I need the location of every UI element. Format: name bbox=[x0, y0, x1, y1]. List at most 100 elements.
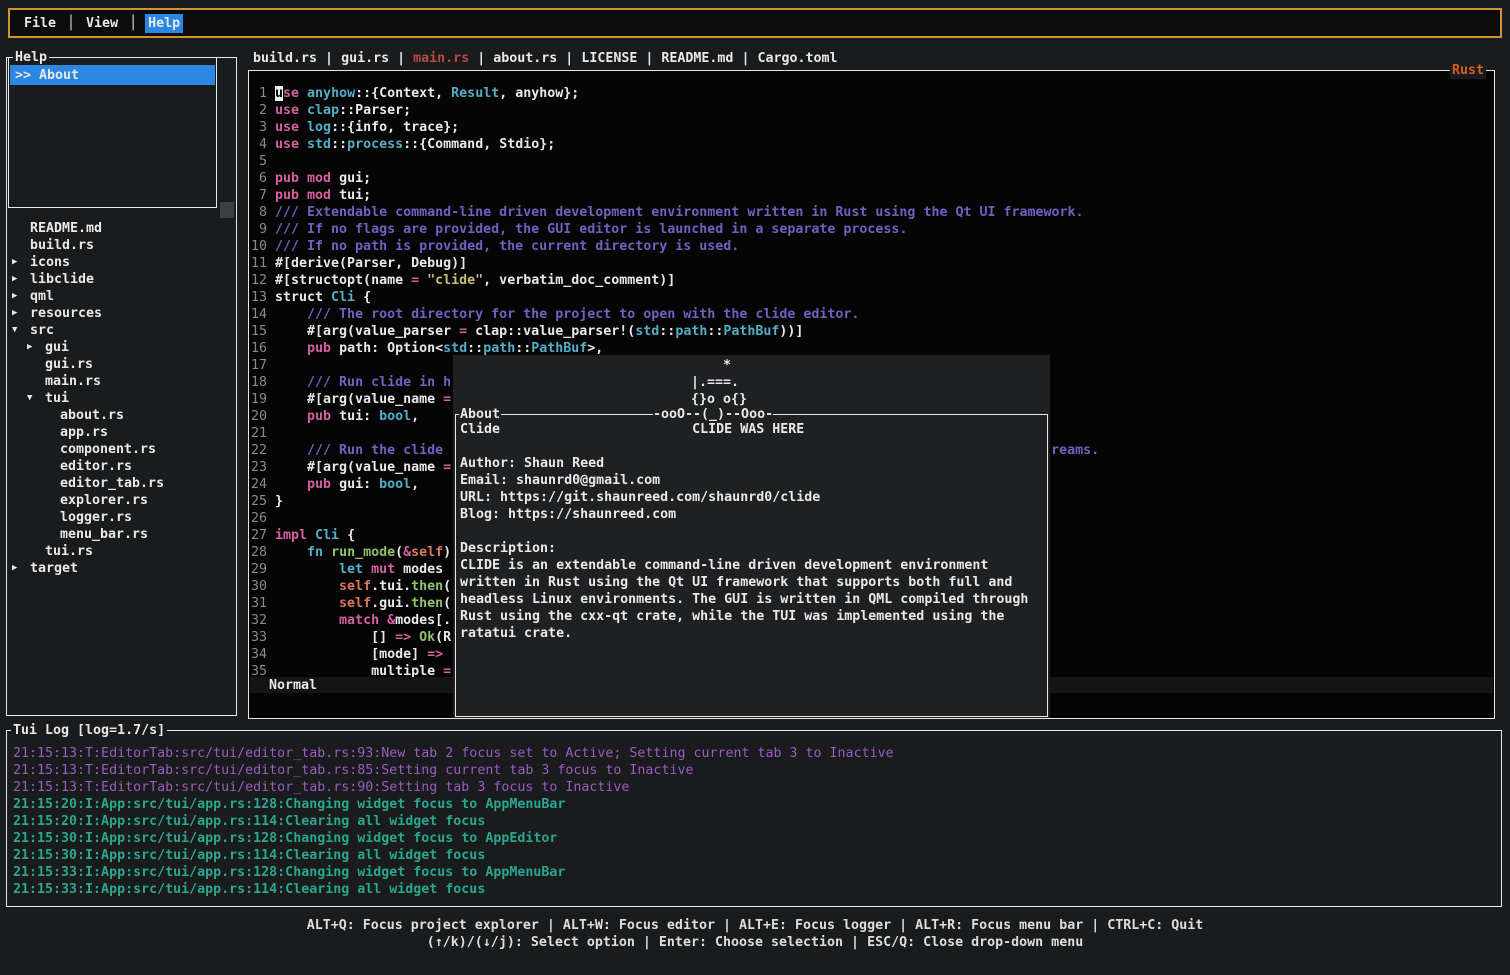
code-token bbox=[275, 375, 307, 390]
line-number: 12 bbox=[249, 272, 267, 289]
editor-tab-about-rs[interactable]: about.rs bbox=[493, 51, 557, 66]
code-token: bool bbox=[379, 409, 411, 424]
editor-tab-build-rs[interactable]: build.rs bbox=[253, 51, 317, 66]
explorer-item-about-rs[interactable]: about.rs bbox=[8, 407, 234, 424]
code-token bbox=[299, 188, 307, 203]
explorer-item-target[interactable]: ▶target bbox=[8, 560, 234, 577]
code-token: .gui. bbox=[371, 596, 411, 611]
explorer-item-app-rs[interactable]: app.rs bbox=[8, 424, 234, 441]
code-token: clap bbox=[307, 103, 339, 118]
code-line-6[interactable]: 6pub mod gui; bbox=[249, 170, 1493, 187]
explorer-item-label: about.rs bbox=[60, 407, 124, 424]
explorer-item-build-rs[interactable]: build.rs bbox=[8, 237, 234, 254]
code-line-3[interactable]: 3use log::{info, trace}; bbox=[249, 119, 1493, 136]
explorer-file-tree: README.mdbuild.rs▶icons▶libclide▶qml▶res… bbox=[8, 220, 234, 577]
line-number: 29 bbox=[249, 561, 267, 578]
code-token: /// If no flags are provided, the GUI ed… bbox=[275, 222, 907, 237]
code-line-15[interactable]: 15 #[arg(value_parser = clap::value_pars… bbox=[249, 323, 1493, 340]
code-line-10[interactable]: 10/// If no path is provided, the curren… bbox=[249, 238, 1493, 255]
code-line-14[interactable]: 14 /// The root directory for the projec… bbox=[249, 306, 1493, 323]
explorer-item-main-rs[interactable]: main.rs bbox=[8, 373, 234, 390]
code-token: Cli bbox=[331, 290, 355, 305]
explorer-item-menu_bar-rs[interactable]: menu_bar.rs bbox=[8, 526, 234, 543]
code-token: mod bbox=[307, 171, 331, 186]
code-token: impl bbox=[275, 528, 307, 543]
about-dialog-box: About -ooO--(_)--Ooo- Clide CLIDE WAS HE… bbox=[455, 414, 1048, 717]
tui-log-panel[interactable]: Tui Log [log=1.7/s] 21:15:13:T:EditorTab… bbox=[6, 730, 1502, 907]
line-number: 9 bbox=[249, 221, 267, 238]
about-content-line: Description: bbox=[460, 540, 1045, 557]
code-token: struct bbox=[275, 290, 331, 305]
explorer-item-label: editor.rs bbox=[60, 458, 132, 475]
code-token: modes bbox=[395, 562, 451, 577]
explorer-item-gui[interactable]: ▶gui bbox=[8, 339, 234, 356]
log-entry-info: 21:15:20:I:App:src/tui/app.rs:128:Changi… bbox=[13, 796, 1499, 813]
code-token bbox=[275, 307, 307, 322]
code-line-9[interactable]: 9 /// If no flags are provided, the GUI e… bbox=[249, 221, 1493, 238]
code-line-4[interactable]: 4use std::process::{Command, Stdio}; bbox=[249, 136, 1493, 153]
code-token: Ok bbox=[419, 630, 435, 645]
code-token bbox=[275, 562, 339, 577]
menu-bar[interactable]: File│View│Help bbox=[8, 8, 1502, 38]
explorer-item-label: target bbox=[30, 560, 78, 577]
code-token bbox=[363, 562, 371, 577]
code-token: "clide" bbox=[427, 273, 483, 288]
explorer-item-icons[interactable]: ▶icons bbox=[8, 254, 234, 271]
explorer-item-label: explorer.rs bbox=[60, 492, 148, 509]
explorer-item-editor-rs[interactable]: editor.rs bbox=[8, 458, 234, 475]
code-token: gui: bbox=[331, 477, 379, 492]
line-number: 31 bbox=[249, 595, 267, 612]
explorer-scrollbar-thumb[interactable] bbox=[220, 202, 234, 218]
explorer-item-resources[interactable]: ▶resources bbox=[8, 305, 234, 322]
code-line-11[interactable]: 11#[derive(Parser, Debug)] bbox=[249, 255, 1493, 272]
explorer-item-component-rs[interactable]: component.rs bbox=[8, 441, 234, 458]
menu-item-file[interactable]: File bbox=[21, 14, 59, 33]
explorer-item-libclide[interactable]: ▶libclide bbox=[8, 271, 234, 288]
editor-tab-main-rs[interactable]: main.rs bbox=[413, 51, 469, 66]
code-token: :: bbox=[467, 341, 483, 356]
folder-collapsed-icon: ▶ bbox=[12, 560, 30, 577]
explorer-item-editor_tab-rs[interactable]: editor_tab.rs bbox=[8, 475, 234, 492]
code-line-2[interactable]: 2use clap::Parser; bbox=[249, 102, 1493, 119]
code-token: /// The root directory for the project t… bbox=[307, 307, 859, 322]
explorer-item-label: qml bbox=[30, 288, 54, 305]
line-number: 16 bbox=[249, 340, 267, 357]
explorer-item-tui[interactable]: ▼tui bbox=[8, 390, 234, 407]
editor-tab-cargo-toml[interactable]: Cargo.toml bbox=[757, 51, 837, 66]
about-content-line: Blog: https://shaunreed.com bbox=[460, 506, 1045, 523]
explorer-item-label: component.rs bbox=[60, 441, 156, 458]
line-number: 11 bbox=[249, 255, 267, 272]
help-menu-item-about[interactable]: >> About bbox=[10, 65, 215, 85]
code-token bbox=[275, 477, 307, 492]
code-token bbox=[419, 273, 427, 288]
code-token: #[arg(value_name bbox=[275, 460, 443, 475]
explorer-item-logger-rs[interactable]: logger.rs bbox=[8, 509, 234, 526]
code-line-12[interactable]: 12#[structopt(name = "clide", verbatim_d… bbox=[249, 272, 1493, 289]
code-token: = bbox=[459, 324, 467, 339]
code-token: std bbox=[635, 324, 659, 339]
code-token bbox=[299, 120, 307, 135]
explorer-item-qml[interactable]: ▶qml bbox=[8, 288, 234, 305]
code-line-8[interactable]: 8/// Extendable command-line driven deve… bbox=[249, 204, 1493, 221]
explorer-item-gui-rs[interactable]: gui.rs bbox=[8, 356, 234, 373]
code-line-5[interactable]: 5 bbox=[249, 153, 1493, 170]
explorer-item-tui-rs[interactable]: tui.rs bbox=[8, 543, 234, 560]
code-line-13[interactable]: 13struct Cli { bbox=[249, 289, 1493, 306]
code-token: , verbatim_doc_comment)] bbox=[483, 273, 675, 288]
code-token: anyhow bbox=[307, 86, 355, 101]
explorer-item-label: src bbox=[30, 322, 54, 339]
editor-tab-license[interactable]: LICENSE bbox=[581, 51, 637, 66]
editor-tab-readme-md[interactable]: README.md bbox=[661, 51, 733, 66]
menu-item-help[interactable]: Help bbox=[145, 14, 183, 33]
code-token: pub bbox=[275, 171, 299, 186]
line-number: 1 bbox=[249, 85, 267, 102]
shortcut-line-1: ALT+Q: Focus project explorer | ALT+W: F… bbox=[0, 917, 1510, 934]
explorer-item-readme-md[interactable]: README.md bbox=[8, 220, 234, 237]
explorer-item-src[interactable]: ▼src bbox=[8, 322, 234, 339]
explorer-item-explorer-rs[interactable]: explorer.rs bbox=[8, 492, 234, 509]
editor-tab-gui-rs[interactable]: gui.rs bbox=[341, 51, 389, 66]
menu-item-view[interactable]: View bbox=[83, 14, 121, 33]
code-line-7[interactable]: 7pub mod tui; bbox=[249, 187, 1493, 204]
code-token: => bbox=[427, 647, 443, 662]
code-line-1[interactable]: 1use anyhow::{Context, Result, anyhow}; bbox=[249, 85, 1493, 102]
